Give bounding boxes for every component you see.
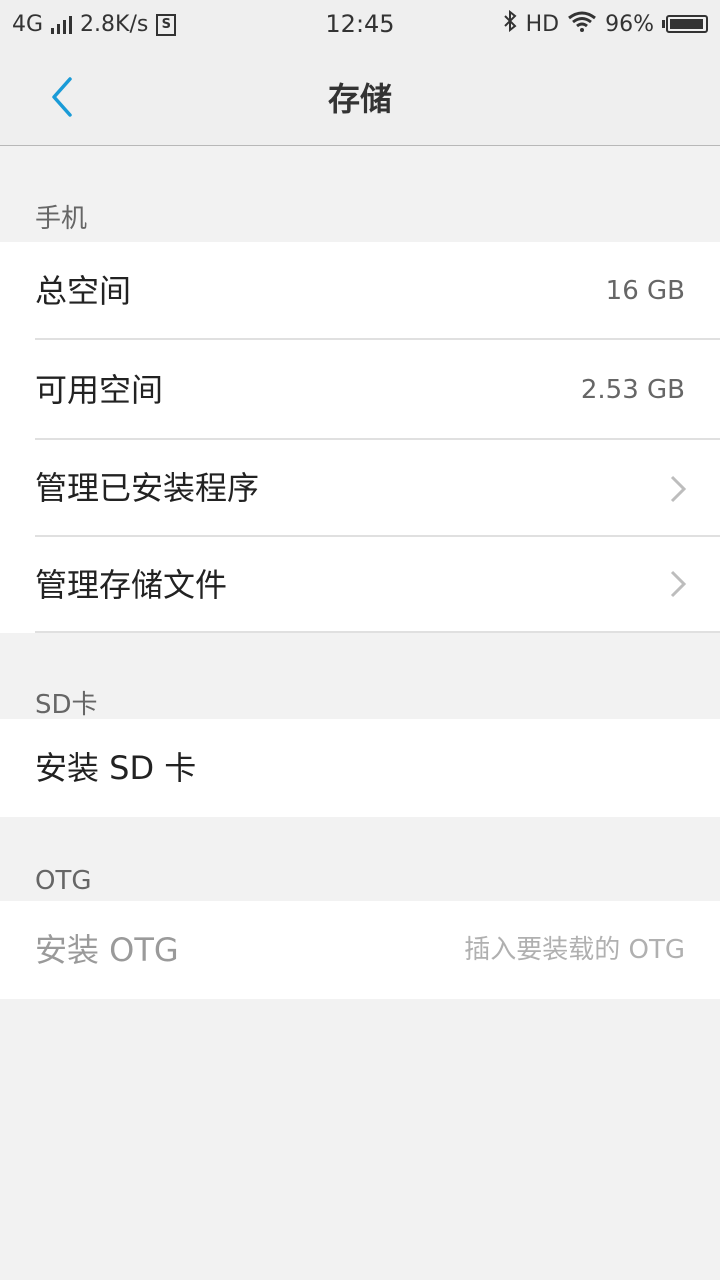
battery-percent: 96% bbox=[605, 11, 654, 37]
total-space-value: 16 GB bbox=[605, 276, 685, 306]
install-otg-label: 安装 OTG bbox=[35, 931, 179, 969]
total-space-row: 总空间 16 GB bbox=[0, 242, 720, 340]
chevron-right-icon bbox=[670, 475, 687, 503]
title-bar: 存储 bbox=[0, 50, 720, 146]
phone-group: 总空间 16 GB 可用空间 2.53 GB 管理已安装程序 管理存储文件 bbox=[0, 242, 720, 633]
available-space-row: 可用空间 2.53 GB bbox=[0, 340, 720, 440]
install-otg-hint: 插入要装载的 OTG bbox=[464, 935, 685, 965]
manage-apps-label: 管理已安装程序 bbox=[35, 469, 260, 507]
divider bbox=[35, 631, 720, 633]
install-sd-row[interactable]: 安装 SD 卡 bbox=[0, 719, 720, 817]
section-header-otg: OTG bbox=[35, 866, 92, 896]
status-right: HD 96% bbox=[502, 9, 708, 38]
available-space-value: 2.53 GB bbox=[580, 375, 685, 405]
bluetooth-icon bbox=[502, 9, 518, 38]
install-sd-label: 安装 SD 卡 bbox=[35, 749, 197, 787]
status-bar: 4G 2.8K/s S 12:45 HD 96% bbox=[0, 0, 720, 50]
wifi-icon bbox=[567, 10, 597, 38]
available-space-label: 可用空间 bbox=[35, 371, 164, 409]
section-header-sd: SD卡 bbox=[35, 690, 98, 720]
otg-group: 安装 OTG 插入要装载的 OTG bbox=[0, 901, 720, 999]
hd-label: HD bbox=[525, 11, 560, 37]
manage-apps-row[interactable]: 管理已安装程序 bbox=[0, 440, 720, 537]
battery-icon bbox=[662, 15, 708, 33]
section-header-phone: 手机 bbox=[35, 204, 88, 234]
sd-group: 安装 SD 卡 bbox=[0, 719, 720, 817]
storage-screen: 4G 2.8K/s S 12:45 HD 96% 存储 手机 总空间 16 GB… bbox=[0, 0, 720, 1280]
page-title: 存储 bbox=[327, 80, 392, 118]
install-otg-row: 安装 OTG 插入要装载的 OTG bbox=[0, 901, 720, 999]
manage-files-label: 管理存储文件 bbox=[35, 566, 228, 604]
manage-files-row[interactable]: 管理存储文件 bbox=[0, 537, 720, 633]
total-space-label: 总空间 bbox=[35, 272, 132, 310]
chevron-right-icon bbox=[670, 570, 687, 598]
